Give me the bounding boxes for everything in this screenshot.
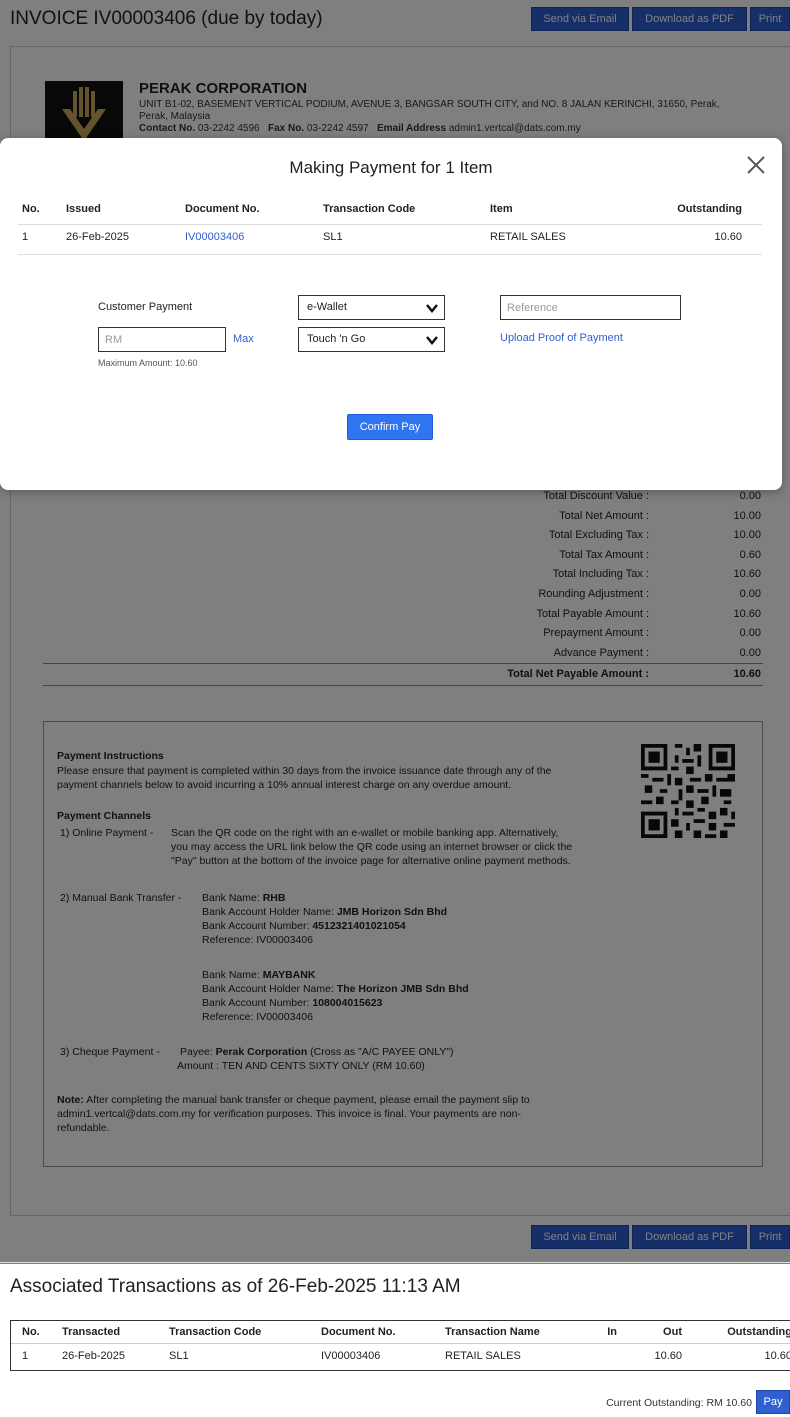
column-header: Transacted [62, 1326, 121, 1338]
row-item: RETAIL SALES [490, 231, 566, 243]
divider [11, 1343, 790, 1344]
provider-value: Touch 'n Go [307, 333, 366, 345]
column-header: Transaction Code [169, 1326, 262, 1338]
row-outstanding: 10.60 [714, 231, 742, 243]
column-header: Document No. [185, 203, 260, 215]
payment-method-select[interactable]: e-Wallet [298, 295, 445, 320]
column-header: Issued [66, 203, 101, 215]
column-header: No. [22, 203, 40, 215]
divider [18, 254, 762, 255]
divider [18, 224, 762, 225]
pay-button[interactable]: Pay [756, 1390, 790, 1414]
row-transaction-code: SL1 [169, 1350, 189, 1362]
associated-transactions-table: No. Transacted Transaction Code Document… [10, 1320, 790, 1371]
column-header: In [607, 1326, 617, 1338]
current-outstanding: Current Outstanding: RM 10.60 [606, 1397, 752, 1409]
associated-transactions-title: Associated Transactions as of 26-Feb-202… [10, 1276, 461, 1297]
upload-proof-link[interactable]: Upload Proof of Payment [500, 332, 623, 344]
row-transaction-code: SL1 [323, 231, 343, 243]
row-number: 1 [22, 231, 29, 243]
reference-input[interactable] [500, 295, 681, 320]
column-header: No. [22, 1326, 40, 1338]
document-link[interactable]: IV00003406 [185, 231, 244, 243]
chevron-down-icon [426, 304, 438, 313]
column-header: Item [490, 203, 513, 215]
row-transacted-date: 26-Feb-2025 [62, 1350, 125, 1362]
column-header: Outstanding [727, 1326, 790, 1338]
row-number: 1 [22, 1350, 29, 1362]
confirm-pay-button[interactable]: Confirm Pay [347, 414, 433, 440]
row-outstanding: 10.60 [764, 1350, 790, 1362]
close-icon[interactable] [743, 152, 769, 178]
max-link[interactable]: Max [233, 333, 254, 345]
column-header: Transaction Name [445, 1326, 540, 1338]
divider [0, 1262, 790, 1263]
column-header: Document No. [321, 1326, 396, 1338]
provider-select[interactable]: Touch 'n Go [298, 327, 445, 352]
chevron-down-icon [426, 336, 438, 345]
document-link[interactable]: IV00003406 [321, 1350, 380, 1362]
maximum-amount-text: Maximum Amount: 10.60 [98, 358, 198, 368]
payment-modal: Making Payment for 1 Item No. Issued Doc… [0, 138, 782, 490]
column-header: Outstanding [677, 203, 742, 215]
row-transaction-name: RETAIL SALES [445, 1350, 521, 1362]
row-issued-date: 26-Feb-2025 [66, 231, 129, 243]
payment-method-value: e-Wallet [307, 301, 347, 313]
row-out: 10.60 [654, 1350, 682, 1362]
customer-payment-label: Customer Payment [98, 301, 193, 313]
column-header: Out [663, 1326, 682, 1338]
modal-title: Making Payment for 1 Item [289, 158, 493, 177]
amount-input[interactable] [98, 327, 226, 352]
column-header: Transaction Code [323, 203, 416, 215]
